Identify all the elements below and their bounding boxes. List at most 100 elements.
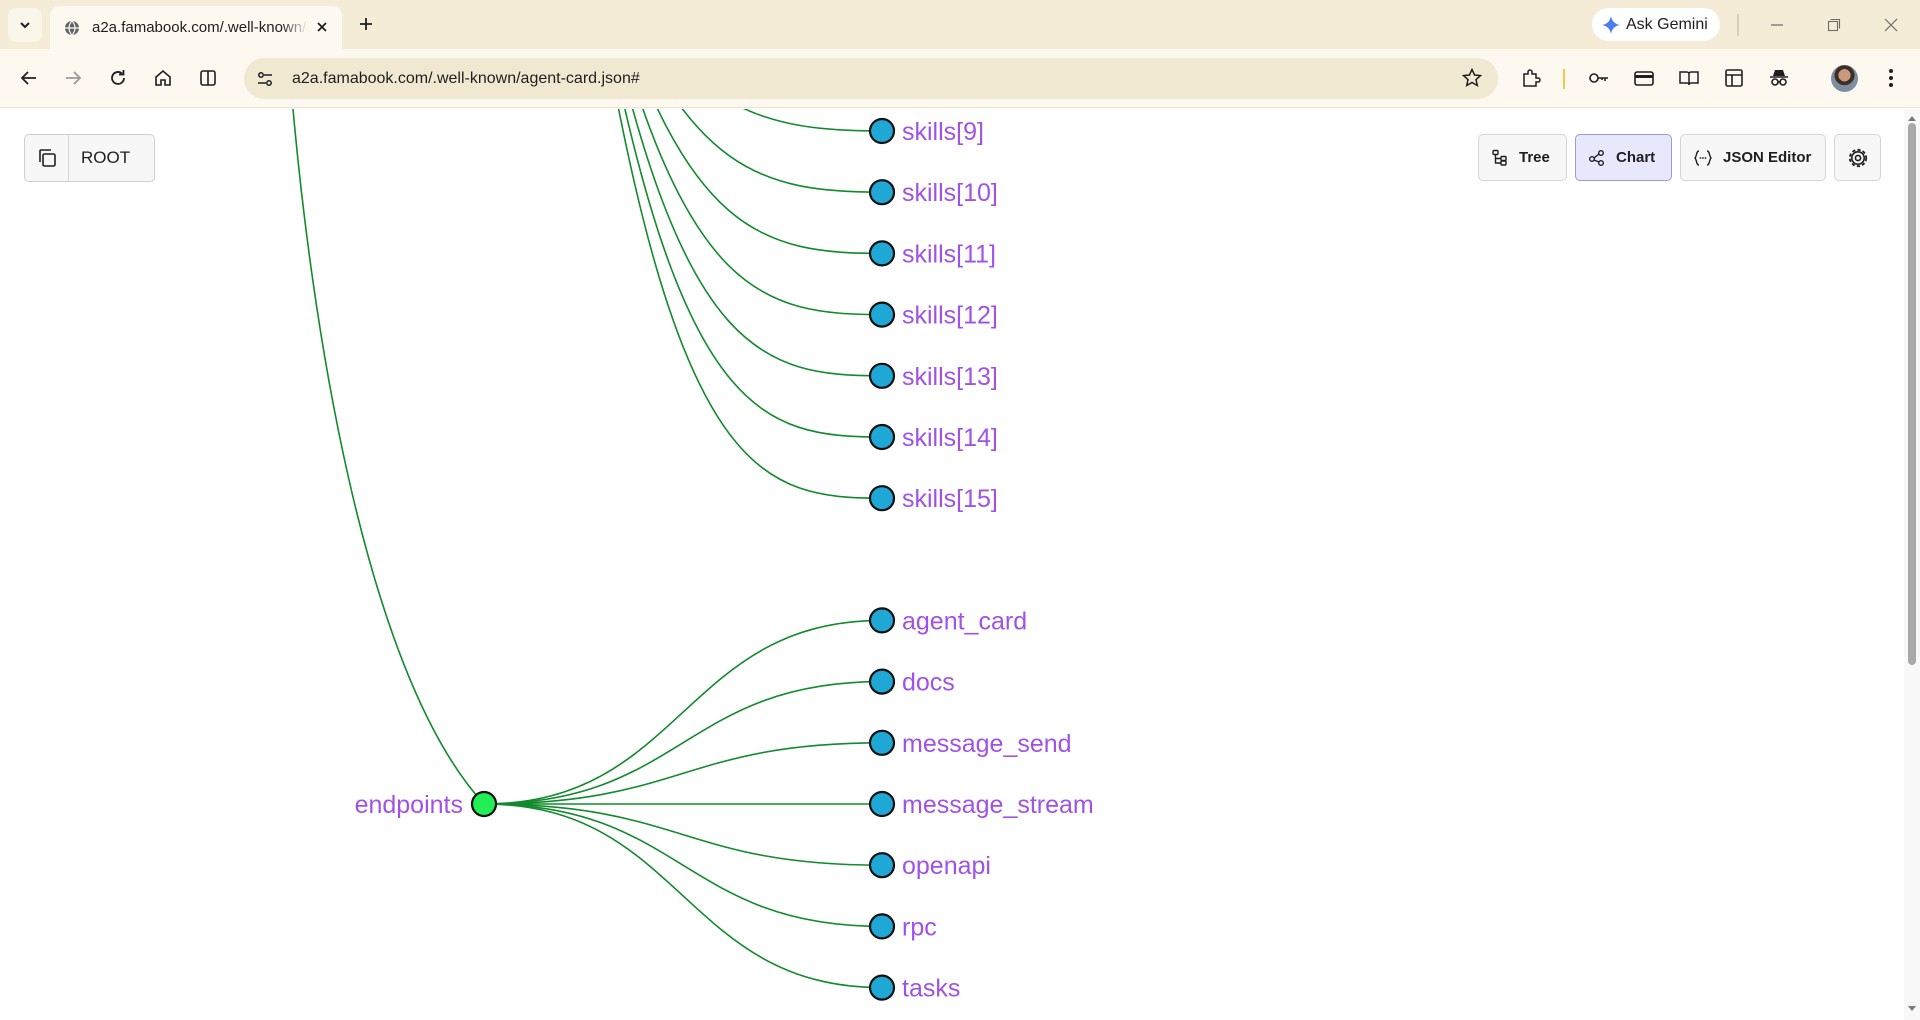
puzzle-icon xyxy=(1523,69,1541,87)
node-openapi[interactable] xyxy=(868,852,896,879)
gear-icon xyxy=(1848,148,1867,167)
node-docs[interactable] xyxy=(868,668,896,695)
scrollbar-thumb[interactable] xyxy=(1908,123,1916,665)
node-label-openapi[interactable]: openapi xyxy=(902,852,991,880)
node-label-skills-13[interactable]: skills[13] xyxy=(902,363,998,391)
back-button[interactable] xyxy=(14,63,44,93)
node-label-skills-15[interactable]: skills[15] xyxy=(902,485,998,513)
root-path-indicator: ROOT xyxy=(24,134,155,182)
json-graph-canvas[interactable]: skills[9] skills[10] skills[11] skills[12] s… xyxy=(0,109,1904,1020)
tab-groups-button[interactable] xyxy=(1720,64,1748,92)
browser-tab-active[interactable]: a2a.famabook.com/.well-known/agent-card.… xyxy=(50,6,342,49)
tab-search-button[interactable] xyxy=(8,8,42,42)
node-skills-10[interactable] xyxy=(868,179,896,206)
home-icon xyxy=(155,69,171,86)
node-label-skills-12[interactable]: skills[12] xyxy=(902,302,998,330)
toolbar-divider xyxy=(1563,69,1565,89)
close-tab-icon[interactable] xyxy=(314,19,330,35)
reading-mode-button[interactable] xyxy=(1675,64,1703,92)
tab-strip: a2a.famabook.com/.well-known/agent-card.… xyxy=(0,0,1920,49)
chart-view-button[interactable]: Chart xyxy=(1575,134,1672,181)
node-skills-9[interactable] xyxy=(868,117,896,145)
edge-agent-card xyxy=(483,619,883,805)
globe-icon xyxy=(65,20,79,35)
more-vertical-icon xyxy=(1889,69,1893,87)
node-label-skills-10[interactable]: skills[10] xyxy=(902,179,998,207)
edge-tasks xyxy=(483,803,883,989)
close-window-button[interactable] xyxy=(1878,12,1904,38)
settings-button[interactable] xyxy=(1834,134,1881,181)
root-label: ROOT xyxy=(81,148,131,167)
window-controls-divider xyxy=(1737,14,1739,36)
node-label-skills-14[interactable]: skills[14] xyxy=(902,424,998,452)
address-bar[interactable]: a2a.famabook.com/.well-known/agent-card.… xyxy=(244,58,1498,99)
bookmark-star-icon[interactable] xyxy=(1462,68,1482,88)
home-button[interactable] xyxy=(148,63,178,93)
page-scrollbar[interactable] xyxy=(1904,109,1920,1020)
node-message-stream[interactable] xyxy=(868,790,896,818)
minimize-icon xyxy=(1771,24,1783,26)
node-rpc[interactable] xyxy=(868,913,896,940)
edge-skills-12 xyxy=(642,109,883,316)
chart-view-label: Chart xyxy=(1616,149,1656,166)
node-agent-card[interactable] xyxy=(868,607,896,634)
new-tab-button[interactable] xyxy=(354,12,378,36)
ask-gemini-button[interactable]: Ask Gemini xyxy=(1592,8,1720,41)
profile-avatar[interactable] xyxy=(1831,65,1858,92)
split-view-button[interactable] xyxy=(193,63,223,93)
node-endpoints[interactable] xyxy=(470,790,498,818)
node-skills-15[interactable] xyxy=(868,485,896,512)
node-skills-11[interactable] xyxy=(868,240,896,267)
node-message-send[interactable] xyxy=(868,729,896,756)
node-skills-13[interactable] xyxy=(868,362,896,389)
tree-icon xyxy=(1492,149,1507,166)
node-label-message-stream[interactable]: message_stream xyxy=(902,791,1094,819)
site-info-button[interactable] xyxy=(248,62,282,96)
node-label-skills-11[interactable]: skills[11] xyxy=(902,240,996,268)
incognito-icon xyxy=(1770,70,1788,86)
tree-view-label: Tree xyxy=(1519,149,1550,166)
scroll-down-icon[interactable] xyxy=(1908,1004,1916,1012)
credit-card-icon xyxy=(1634,71,1654,86)
node-label-rpc[interactable]: rpc xyxy=(902,913,937,941)
chart-icon xyxy=(1589,149,1604,166)
passwords-button[interactable] xyxy=(1585,64,1613,92)
book-icon xyxy=(1679,71,1699,86)
node-label-docs[interactable]: docs xyxy=(902,669,955,697)
incognito-button[interactable] xyxy=(1765,64,1793,92)
gemini-sparkle-icon xyxy=(1602,15,1620,34)
close-icon xyxy=(1884,18,1898,32)
edge-openapi xyxy=(483,803,883,866)
forward-button[interactable] xyxy=(58,63,88,93)
ask-gemini-label: Ask Gemini xyxy=(1626,15,1708,33)
edge-docs xyxy=(483,680,883,805)
browser-menu-button[interactable] xyxy=(1877,64,1905,92)
edge-skills-15 xyxy=(617,109,883,499)
json-editor-button[interactable]: JSON Editor xyxy=(1680,134,1826,181)
node-skills-14[interactable] xyxy=(868,423,896,451)
copy-path-button[interactable] xyxy=(25,135,69,181)
table-icon xyxy=(1725,69,1743,87)
scroll-up-icon[interactable] xyxy=(1908,115,1916,123)
reload-icon xyxy=(111,70,125,85)
node-label-message-send[interactable]: message_send xyxy=(902,730,1072,758)
edge-rpc xyxy=(483,803,883,928)
restore-button[interactable] xyxy=(1821,12,1847,38)
extensions-button[interactable] xyxy=(1517,64,1545,92)
edge-skills-13 xyxy=(631,109,883,377)
node-skills-12[interactable] xyxy=(868,301,896,328)
plus-icon xyxy=(360,18,372,30)
minimize-button[interactable] xyxy=(1764,12,1790,38)
payment-methods-button[interactable] xyxy=(1630,64,1658,92)
node-label-agent-card[interactable]: agent_card xyxy=(902,607,1027,635)
graph-edges xyxy=(292,109,883,989)
reload-button[interactable] xyxy=(103,63,133,93)
node-label-skills-9[interactable]: skills[9] xyxy=(902,118,984,146)
copy-icon xyxy=(38,149,56,167)
chevron-down-icon xyxy=(20,22,30,29)
node-tasks[interactable] xyxy=(868,974,896,1001)
url-text[interactable]: a2a.famabook.com/.well-known/agent-card.… xyxy=(292,70,640,88)
node-label-endpoints[interactable]: endpoints xyxy=(355,791,463,819)
tree-view-button[interactable]: Tree xyxy=(1478,134,1567,181)
node-label-tasks[interactable]: tasks xyxy=(902,975,960,1003)
